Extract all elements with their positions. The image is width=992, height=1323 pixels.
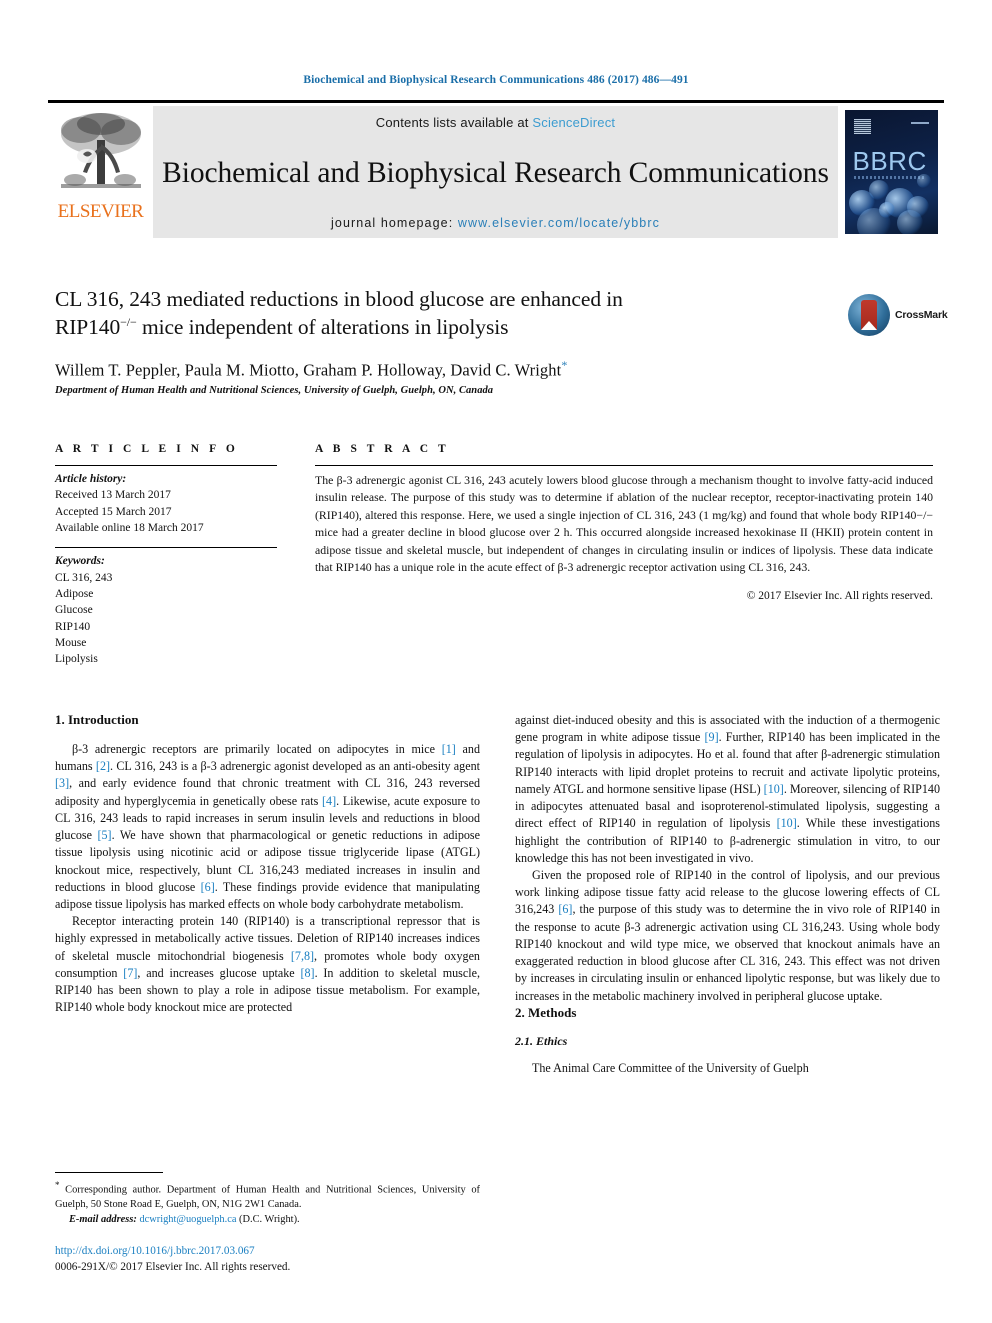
citation-ref[interactable]: [3] [55, 776, 69, 790]
text-run: , and increases glucose uptake [137, 965, 301, 980]
elsevier-logo: ELSEVIER [48, 106, 153, 238]
journal-cover-thumbnail: BBRC [838, 106, 944, 238]
citation-ref[interactable]: [6] [558, 902, 572, 916]
cover-top-rule [910, 122, 929, 124]
keyword-item: CL 316, 243 [55, 571, 113, 584]
email-link[interactable]: dcwright@uoguelph.ca [139, 1214, 236, 1225]
corresponding-author-marker: * [561, 357, 568, 372]
sciencedirect-link[interactable]: ScienceDirect [532, 115, 615, 130]
paragraph: Receptor interacting protein 140 (RIP140… [55, 913, 480, 1016]
citation-ref[interactable]: [7,8] [291, 949, 314, 963]
citation-ref[interactable]: [1] [442, 742, 456, 756]
email-suffix: (D.C. Wright). [236, 1213, 300, 1225]
keyword-item: RIP140 [55, 620, 91, 633]
text-run: , the purpose of this study was to deter… [515, 902, 941, 1003]
elsevier-tree-icon [57, 110, 145, 200]
title-block: CL 316, 243 mediated reductions in blood… [55, 285, 845, 396]
paragraph: β-3 adrenergic receptors are primarily l… [55, 741, 480, 913]
cover-masthead-mark [853, 119, 871, 134]
citation-ref[interactable]: [7] [123, 966, 137, 980]
abstract-copyright: © 2017 Elsevier Inc. All rights reserved… [746, 589, 933, 602]
affiliation: Department of Human Health and Nutrition… [55, 385, 494, 397]
subsection-heading-ethics: 2.1. Ethics [515, 1033, 568, 1048]
journal-title: Biochemical and Biophysical Research Com… [162, 156, 829, 189]
cover-bbrc-wordmark: BBRC [852, 146, 927, 176]
email-label: E-mail address: [69, 1213, 137, 1225]
cover-subtitle-rule [853, 176, 926, 179]
citation-ref[interactable]: [5] [97, 828, 111, 842]
keywords-label: Keywords: [55, 555, 105, 568]
body-columns: 1. Introduction β-3 adrenergic receptors… [55, 712, 940, 1077]
journal-band: Contents lists available at ScienceDirec… [153, 106, 838, 238]
keyword-item: Mouse [55, 636, 87, 649]
citation-ref[interactable]: [6] [201, 880, 215, 894]
homepage-link[interactable]: www.elsevier.com/locate/ybbrc [458, 216, 660, 230]
citation-ref[interactable]: [2] [96, 759, 110, 773]
keyword-item: Adipose [55, 587, 94, 600]
keyword-item: Lipolysis [55, 653, 98, 666]
citation-ref[interactable]: [8] [300, 966, 314, 980]
cover-bokeh [878, 202, 895, 218]
article-info-column: A R T I C L E I N F O Article history: R… [55, 443, 277, 668]
journal-homepage-line: journal homepage: www.elsevier.com/locat… [331, 216, 660, 230]
keyword-item: Glucose [55, 604, 93, 617]
footnote-text: * Corresponding author. Department of Hu… [55, 1179, 480, 1227]
author-list: Willem T. Peppler, Paula M. Miotto, Grah… [55, 358, 845, 381]
homepage-prefix: journal homepage: [331, 216, 458, 230]
article-history: Article history: Received 13 March 2017 … [55, 466, 277, 536]
running-head: Biochemical and Biophysical Research Com… [303, 74, 689, 86]
title-line-1: CL 316, 243 mediated reductions in blood… [55, 287, 623, 311]
crossmark-icon [848, 294, 890, 336]
section-heading-introduction: 1. Introduction [55, 712, 139, 727]
contents-available-line: Contents lists available at ScienceDirec… [376, 115, 615, 130]
body-column-right: against diet-induced obesity and this is… [515, 712, 940, 1077]
title-line-2-suffix: mice independent of alterations in lipol… [136, 315, 509, 340]
article-history-label: Article history: [55, 473, 127, 485]
abstract-text: The β-3 adrenergic agonist CL 316, 243 a… [315, 473, 933, 575]
article-page: Biochemical and Biophysical Research Com… [0, 0, 992, 1323]
body-column-left: 1. Introduction β-3 adrenergic receptors… [55, 712, 480, 1077]
doi-link[interactable]: http://dx.doi.org/10.1016/j.bbrc.2017.03… [55, 1243, 480, 1259]
citation-ref[interactable]: [10] [764, 782, 784, 796]
section-heading-methods: 2. Methods [515, 1004, 577, 1020]
page-title: CL 316, 243 mediated reductions in blood… [55, 285, 845, 342]
doi-block: http://dx.doi.org/10.1016/j.bbrc.2017.03… [55, 1243, 480, 1275]
abstract-heading: A B S T R A C T [315, 443, 450, 455]
citation-ref[interactable]: [4] [322, 794, 336, 808]
article-history-received: Received 13 March 2017 [55, 489, 171, 502]
cover-bokeh [916, 174, 931, 188]
footnote-rule [55, 1172, 163, 1173]
title-genotype-superscript: −/− [120, 315, 137, 330]
corresponding-author-footnote: * Corresponding author. Department of Hu… [55, 1172, 480, 1227]
article-history-online: Available online 18 March 2017 [55, 521, 204, 534]
footnote-address: Corresponding author. Department of Huma… [55, 1184, 480, 1211]
crossmark-label: CrossMark [895, 309, 948, 321]
info-abstract-row: A R T I C L E I N F O Article history: R… [55, 443, 933, 668]
author-names: Willem T. Peppler, Paula M. Miotto, Grah… [55, 360, 562, 380]
text-run: . CL 316, 243 is a β-3 adrenergic agonis… [110, 759, 480, 774]
article-history-accepted: Accepted 15 March 2017 [55, 505, 172, 518]
issn-copyright-line: 0006-291X/© 2017 Elsevier Inc. All right… [55, 1261, 291, 1274]
title-line-2-prefix: RIP140 [55, 315, 121, 340]
citation-ref[interactable]: [10] [777, 816, 797, 830]
journal-masthead: ELSEVIER Contents lists available at Sci… [48, 100, 944, 238]
cover-bokeh [896, 210, 923, 234]
contents-prefix: Contents lists available at [375, 115, 533, 130]
text-run: The Animal Care Committee of the Univers… [532, 1060, 809, 1075]
abstract-column: A B S T R A C T The β-3 adrenergic agoni… [315, 443, 933, 668]
text-run: β-3 adrenergic receptors are primarily l… [72, 742, 442, 756]
elsevier-wordmark: ELSEVIER [57, 201, 144, 222]
keywords-list: Keywords: CL 316, 243 Adipose Glucose RI… [55, 548, 277, 667]
paragraph: against diet-induced obesity and this is… [515, 712, 940, 867]
article-info-heading: A R T I C L E I N F O [55, 443, 239, 455]
paragraph: The Animal Care Committee of the Univers… [515, 1060, 940, 1077]
citation-ref[interactable]: [9] [705, 730, 719, 744]
paragraph: Given the proposed role of RIP140 in the… [515, 867, 940, 1005]
crossmark-badge[interactable]: CrossMark [848, 291, 948, 339]
